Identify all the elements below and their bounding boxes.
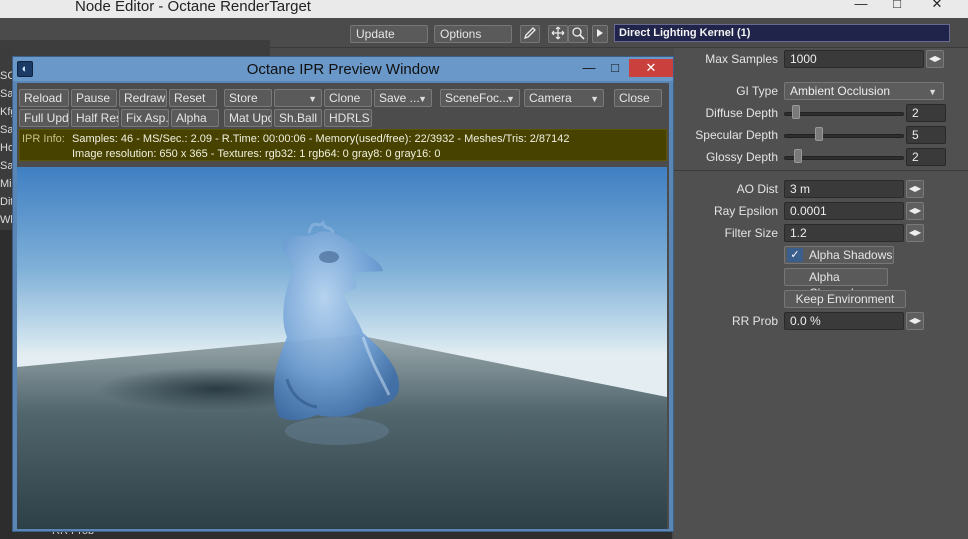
filter-size-stepper[interactable]: ◀▶ [906, 224, 924, 242]
full-update-button[interactable]: Full Upd. [19, 109, 69, 127]
max-samples-label: Max Samples [705, 52, 778, 66]
ao-dist-label: AO Dist [736, 182, 778, 196]
specular-depth-slider[interactable] [784, 134, 904, 138]
panel-divider [674, 170, 968, 171]
scene-focus-select[interactable]: SceneFoc... [440, 89, 520, 107]
hdrls-button[interactable]: HDRLS [324, 109, 372, 127]
ipr-titlebar[interactable]: ◐ Octane IPR Preview Window — □ ✕ [13, 57, 673, 81]
alpha-channel-toggle[interactable]: Alpha Channel [784, 268, 888, 300]
alpha-shadows-label: Alpha Shadows [809, 248, 893, 262]
specular-depth-input[interactable]: 5 [906, 126, 946, 144]
redraw-button[interactable]: Redraw [119, 89, 167, 107]
glossy-depth-label: Glossy Depth [705, 150, 778, 164]
minimize-icon[interactable]: — [575, 59, 603, 77]
glossy-depth-slider-thumb[interactable] [794, 149, 802, 163]
rr-prob-input[interactable]: 0.0 % [784, 312, 904, 330]
ipr-info-bar: IPR Info: Samples: 46 - MS/Sec.: 2.09 - … [19, 129, 667, 161]
move-icon[interactable] [548, 25, 568, 43]
ipr-body: Reload Pause Redraw Reset Store Clone Sa… [17, 83, 669, 529]
node-graph-area[interactable] [0, 230, 12, 539]
ipr-title: Octane IPR Preview Window [246, 61, 440, 78]
clone-button[interactable]: Clone [324, 89, 372, 107]
filter-size-input[interactable]: 1.2 [784, 224, 904, 242]
minimize-icon[interactable]: — [846, 0, 876, 14]
maximize-icon[interactable]: □ [882, 0, 912, 14]
specular-depth-label: Specular Depth [695, 128, 778, 142]
node-header-strip [0, 40, 270, 56]
alpha-shadows-toggle[interactable]: ✓ Alpha Shadows [784, 246, 894, 264]
rr-prob-stepper[interactable]: ◀▶ [906, 312, 924, 330]
close-icon[interactable]: ✕ [629, 59, 673, 77]
fix-aspect-button[interactable]: Fix Asp. [121, 109, 169, 127]
ipr-preview-window: ◐ Octane IPR Preview Window — □ ✕ Reload… [12, 56, 674, 532]
close-icon[interactable]: ✕ [922, 0, 952, 14]
ipr-info-label: IPR Info: [22, 133, 65, 145]
close-button[interactable]: Close [614, 89, 662, 107]
ray-epsilon-input[interactable]: 0.0001 [784, 202, 904, 220]
dragon-model [273, 220, 400, 421]
glossy-depth-input[interactable]: 2 [906, 148, 946, 166]
diffuse-depth-slider-thumb[interactable] [792, 105, 800, 119]
gi-type-select[interactable]: Ambient Occlusion [784, 82, 944, 100]
update-button[interactable]: Update [350, 25, 428, 43]
render-image [17, 220, 667, 529]
half-res-button[interactable]: Half Res [71, 109, 119, 127]
max-samples-stepper[interactable]: ◀▶ [926, 50, 944, 68]
ao-dist-input[interactable]: 3 m [784, 180, 904, 198]
store-button[interactable]: Store [224, 89, 272, 107]
keep-environment-button[interactable]: Keep Environment [784, 290, 906, 308]
save-select[interactable]: Save ... [374, 89, 432, 107]
glossy-depth-slider[interactable] [784, 156, 904, 160]
maximize-icon[interactable]: □ [601, 59, 629, 77]
kernel-select[interactable]: Direct Lighting Kernel (1) [614, 24, 950, 42]
rr-prob-label: RR Prob [731, 314, 778, 328]
checkmark-icon: ✓ [787, 248, 803, 262]
node-editor-title: Node Editor - Octane RenderTarget [75, 0, 311, 15]
mat-update-button[interactable]: Mat Upd [224, 109, 272, 127]
alpha-button[interactable]: Alpha [171, 109, 219, 127]
zoom-icon[interactable] [568, 25, 588, 43]
properties-panel: Max Samples 1000 ◀▶ GI Type Ambient Occl… [674, 48, 968, 539]
options-button[interactable]: Options [434, 25, 512, 43]
play-icon[interactable] [592, 25, 608, 43]
ipr-stats-line: Samples: 46 - MS/Sec.: 2.09 - R.Time: 00… [72, 133, 570, 145]
node-editor-titlebar: Node Editor - Octane RenderTarget — □ ✕ [0, 0, 968, 18]
ipr-resolution-line: Image resolution: 650 x 365 - Textures: … [72, 148, 441, 160]
ray-epsilon-label: Ray Epsilon [713, 204, 778, 218]
edit-icon[interactable] [520, 25, 540, 43]
store-slot-select[interactable] [274, 89, 322, 107]
shader-ball-button[interactable]: Sh.Ball [274, 109, 322, 127]
ao-dist-stepper[interactable]: ◀▶ [906, 180, 924, 198]
specular-depth-slider-thumb[interactable] [815, 127, 823, 141]
ray-epsilon-stepper[interactable]: ◀▶ [906, 202, 924, 220]
gi-type-label: GI Type [736, 84, 778, 98]
camera-select[interactable]: Camera [524, 89, 604, 107]
diffuse-depth-slider[interactable] [784, 112, 904, 116]
diffuse-depth-input[interactable]: 2 [906, 104, 946, 122]
reload-button[interactable]: Reload [19, 89, 69, 107]
max-samples-input[interactable]: 1000 [784, 50, 924, 68]
filter-size-label: Filter Size [724, 226, 778, 240]
diffuse-depth-label: Diffuse Depth [705, 106, 779, 120]
pause-button[interactable]: Pause [71, 89, 117, 107]
render-viewport[interactable] [17, 167, 667, 529]
reset-button[interactable]: Reset [169, 89, 217, 107]
